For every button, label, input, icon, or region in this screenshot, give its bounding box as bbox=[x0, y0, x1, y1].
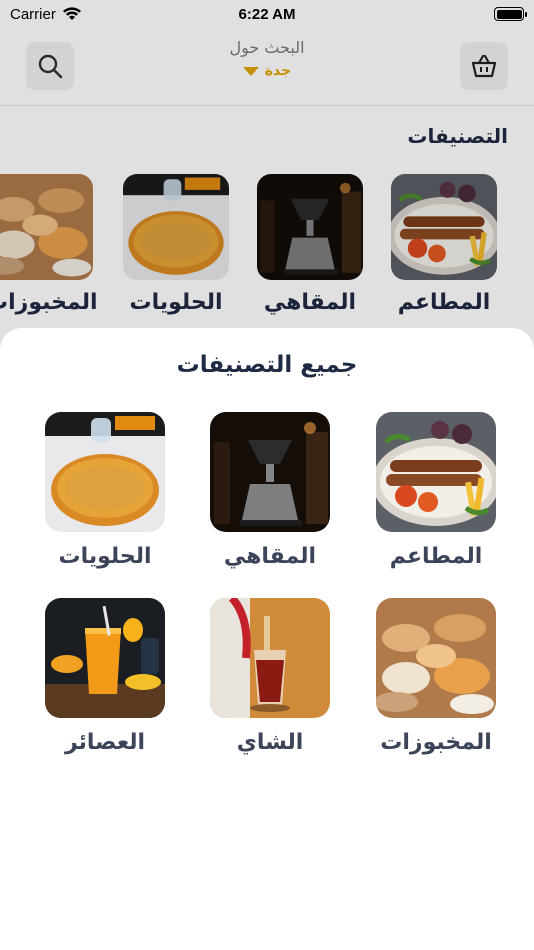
grid-item-sweets[interactable]: الحلويات bbox=[35, 412, 175, 569]
category-label: العصائر bbox=[64, 730, 146, 755]
sheet-title: جميع التصنيفات bbox=[176, 352, 358, 378]
category-image bbox=[376, 412, 496, 532]
category-label: المطاعم bbox=[389, 544, 483, 569]
grid-item-juices[interactable]: العصائر bbox=[35, 598, 175, 755]
category-label: المخبوزات bbox=[380, 730, 492, 755]
grid-item-tea[interactable]: الشاي bbox=[200, 598, 340, 755]
grid-item-restaurants[interactable]: المطاعم bbox=[366, 412, 506, 569]
category-label: المقاهي bbox=[223, 544, 317, 569]
category-image bbox=[376, 598, 496, 718]
category-image bbox=[210, 412, 330, 532]
category-image bbox=[45, 598, 165, 718]
grid-item-bakery[interactable]: المخبوزات bbox=[366, 598, 506, 755]
category-label: الشاي bbox=[236, 730, 304, 755]
grid-item-cafes[interactable]: المقاهي bbox=[200, 412, 340, 569]
category-image bbox=[45, 412, 165, 532]
category-image bbox=[210, 598, 330, 718]
all-categories-sheet: جميع التصنيفات المطاعم المقاهي الحلويات … bbox=[0, 328, 534, 950]
category-label: الحلويات bbox=[58, 544, 152, 569]
